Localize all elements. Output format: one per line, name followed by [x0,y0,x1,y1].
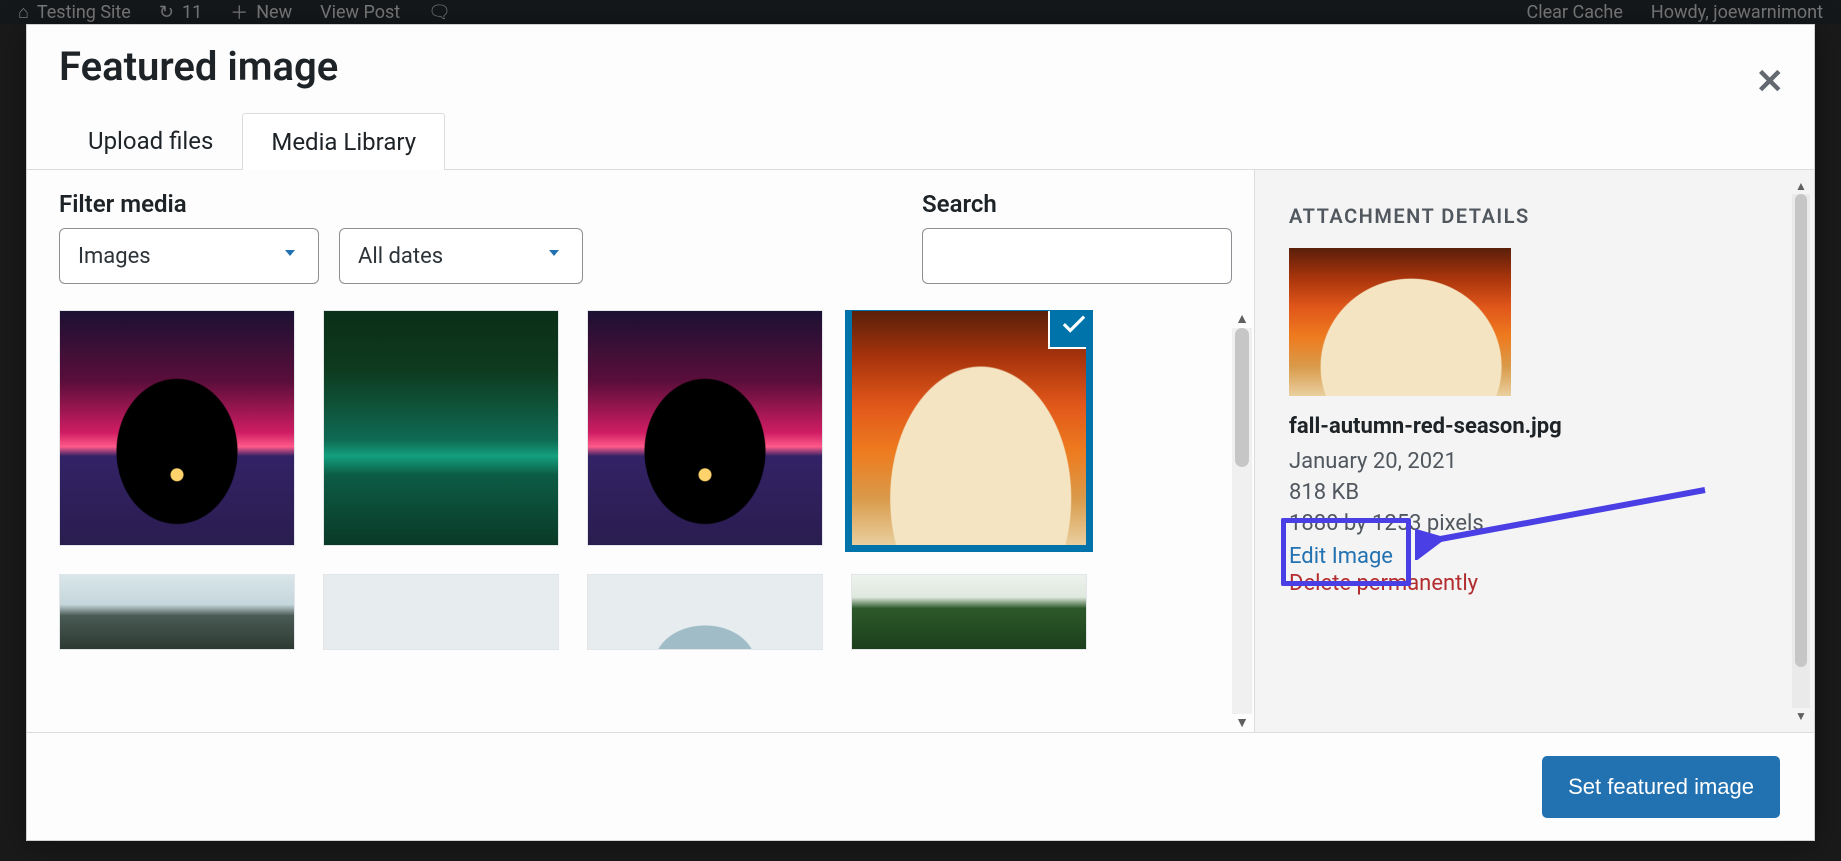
modal-title: Featured image [59,43,1782,90]
modal-header: Featured image ✕ [27,25,1814,112]
search-input[interactable] [922,228,1232,284]
tab-strip: Upload files Media Library [27,112,1814,169]
adminbar-comments[interactable]: 🗨 [428,2,451,23]
grid-scrollbar[interactable]: ▲ ▼ [1232,310,1252,732]
admin-bar: ⌂ Testing Site ↻ 11 ＋ New View Post 🗨 Cl… [0,0,1841,24]
adminbar-howdy[interactable]: Howdy, joewarnimont [1651,2,1823,23]
modal-footer: Set featured image [27,732,1814,840]
details-scrollbar[interactable]: ▲ ▼ [1792,178,1810,724]
media-item-selected[interactable] [851,310,1087,546]
selected-check-badge[interactable] [1050,310,1087,347]
attachment-filesize: 818 KB [1289,480,1786,505]
tab-upload-files[interactable]: Upload files [59,112,242,169]
filter-type-select[interactable]: Images [59,228,319,284]
delete-permanently-link[interactable]: Delete permanently [1289,571,1478,596]
media-item[interactable] [587,574,823,650]
attachment-dimensions: 1880 by 1253 pixels [1289,511,1786,536]
chevron-down-icon [280,243,300,269]
media-grid [59,310,1254,650]
scroll-down-icon: ▼ [1235,714,1249,732]
media-item[interactable] [323,574,559,650]
close-button[interactable]: ✕ [1756,65,1785,99]
adminbar-site[interactable]: ⌂ Testing Site [18,2,131,23]
home-icon: ⌂ [18,2,29,23]
attachment-details-panel: ATTACHMENT DETAILS fall-autumn-red-seaso… [1254,170,1814,732]
tab-media-library[interactable]: Media Library [242,113,445,170]
media-item[interactable] [587,310,823,546]
filter-date-select[interactable]: All dates [339,228,583,284]
edit-image-link[interactable]: Edit Image [1289,544,1393,569]
filter-type-value: Images [78,244,151,269]
refresh-icon: ↻ [159,2,174,23]
filter-date-value: All dates [358,244,443,269]
attachment-preview-thumbnail [1289,248,1511,396]
plus-icon: ＋ [230,0,248,25]
scroll-down-icon: ▼ [1795,708,1807,724]
chevron-down-icon [544,243,564,269]
check-icon [1059,310,1087,338]
attachment-filename: fall-autumn-red-season.jpg [1289,414,1786,439]
scroll-up-icon: ▲ [1795,178,1807,194]
set-featured-image-button[interactable]: Set featured image [1542,756,1780,818]
search-label: Search [922,190,1232,218]
media-item[interactable] [59,310,295,546]
media-item[interactable] [323,310,559,546]
media-item[interactable] [851,574,1087,650]
media-modal: Featured image ✕ Upload files Media Libr… [26,24,1815,841]
adminbar-clear-cache[interactable]: Clear Cache [1527,2,1623,23]
media-browser: Filter media Images All dates [27,170,1254,732]
comment-icon: 🗨 [428,2,451,23]
attachment-date: January 20, 2021 [1289,449,1786,474]
scroll-up-icon: ▲ [1235,310,1249,328]
attachment-details-heading: ATTACHMENT DETAILS [1289,204,1786,228]
adminbar-view-post[interactable]: View Post [320,2,400,23]
media-item[interactable] [59,574,295,650]
adminbar-new[interactable]: ＋ New [230,0,292,25]
filter-media-label: Filter media [59,190,583,218]
close-icon: ✕ [1756,62,1785,102]
adminbar-updates[interactable]: ↻ 11 [159,2,202,23]
